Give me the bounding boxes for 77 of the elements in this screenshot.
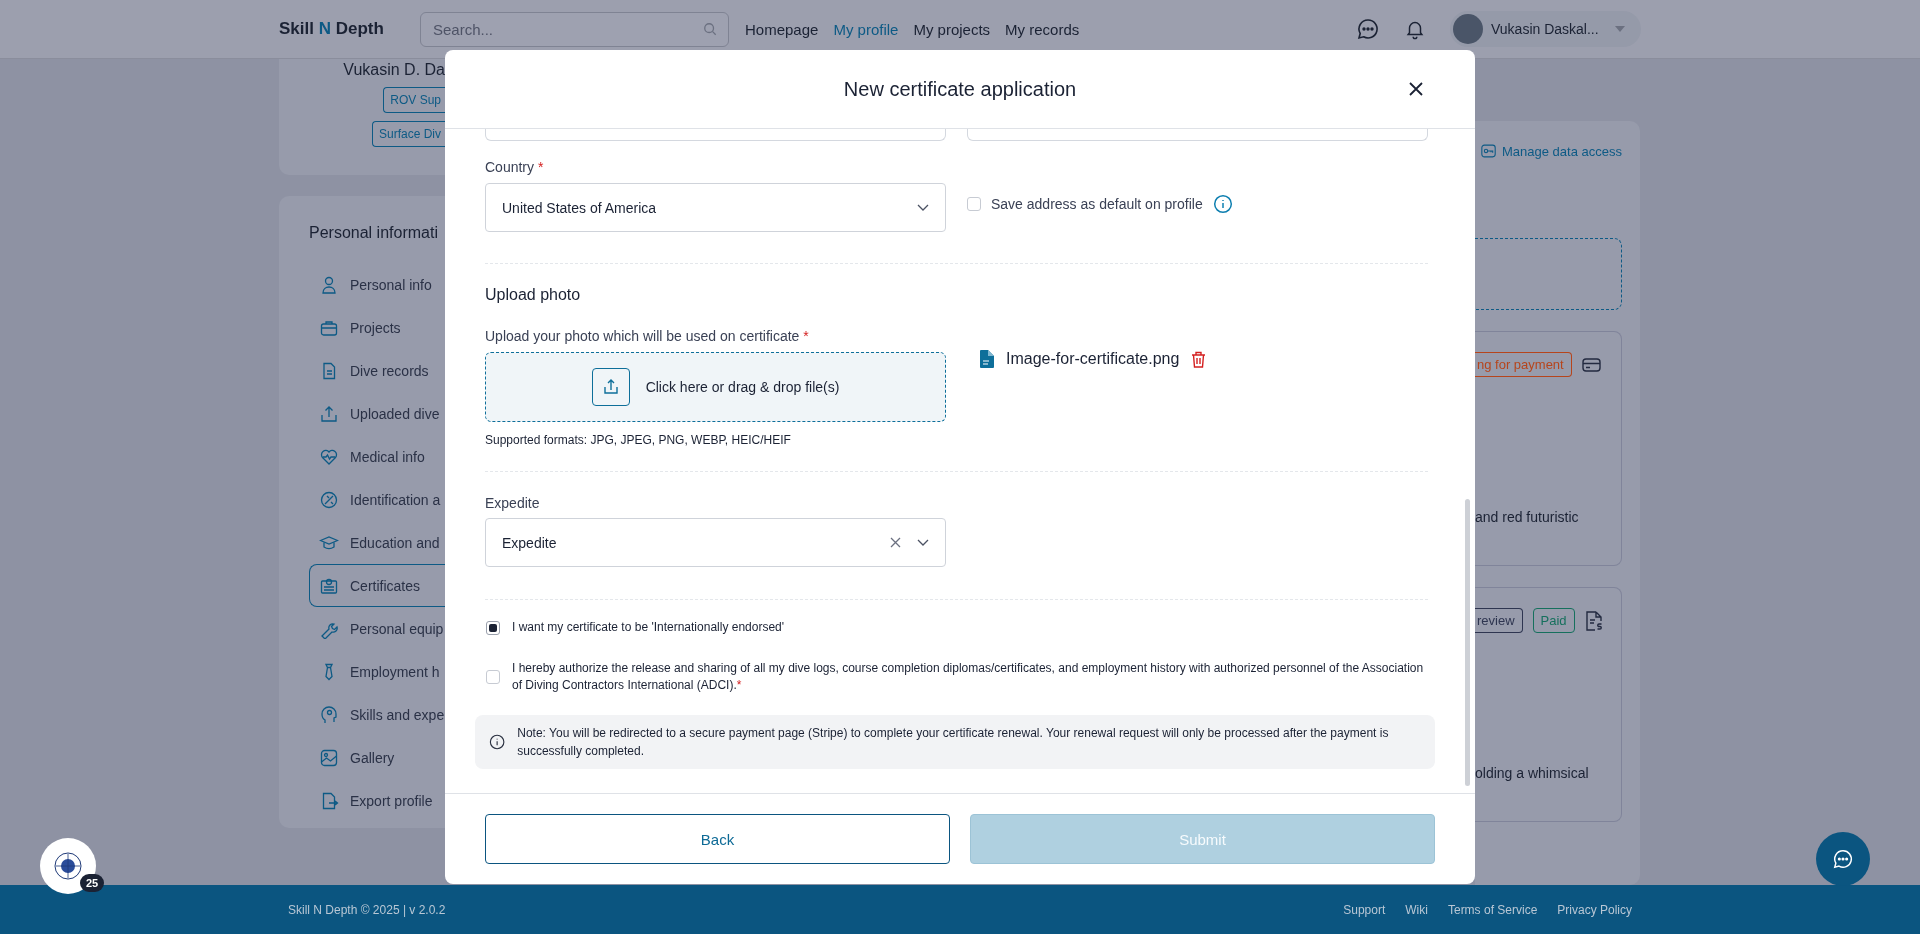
chat-icon[interactable]: [1356, 17, 1380, 41]
consent-text: I hereby authorize the release and sharing of all my dive logs, course completion diplomas/certificates, and employment history with authorized personnel of the Association of Diving Contractors International (ADCI).*: [512, 660, 1425, 694]
checkbox-label: Save address as default on profile: [991, 196, 1203, 212]
card-description: and red futuristic: [1475, 509, 1580, 525]
nav-link[interactable]: My profile: [833, 20, 899, 38]
file-dropzone[interactable]: Click here or drag & drop file(s): [485, 352, 946, 422]
chat-button[interactable]: [1816, 832, 1870, 886]
clear-icon[interactable]: [890, 537, 901, 548]
sidebar-item[interactable]: Personal equip: [309, 607, 445, 650]
chevron-down-icon: [917, 204, 929, 211]
dialog-title: New certificate application: [843, 77, 1077, 101]
section-heading: Upload photo: [485, 286, 582, 304]
manage-data-access-link[interactable]: Manage data access: [1481, 143, 1622, 159]
expedite-select[interactable]: Expedite: [485, 518, 946, 567]
logo[interactable]: Skill N Depth: [279, 19, 420, 39]
sidebar-item[interactable]: Personal info: [309, 263, 445, 306]
checkbox[interactable]: [486, 620, 500, 635]
nav-link[interactable]: My records: [1005, 20, 1080, 38]
document-icon[interactable]: [1584, 610, 1603, 631]
trash-icon[interactable]: [1191, 350, 1207, 368]
input-field[interactable]: [967, 129, 1428, 141]
consent-text: I want my certificate to be 'Internationally endorsed': [512, 619, 785, 636]
compass-logo-icon: [53, 851, 83, 881]
file-icon: [980, 350, 994, 368]
status-badge: Paid: [1532, 608, 1575, 633]
chevron-down-icon: [917, 539, 929, 546]
upload-icon: [591, 368, 630, 406]
sidebar-item[interactable]: Export profile: [309, 779, 445, 822]
sidebar-item[interactable]: Employment h: [309, 650, 445, 693]
close-icon[interactable]: [1408, 81, 1424, 97]
checkbox[interactable]: [486, 670, 500, 684]
nav-link[interactable]: My projects: [913, 20, 991, 38]
credit-card-icon[interactable]: [1581, 356, 1601, 373]
sidebar-item[interactable]: Certificates: [309, 564, 445, 607]
sidebar-title: Personal informati: [309, 224, 439, 242]
chat-icon: [1832, 848, 1854, 870]
nav-link[interactable]: Homepage: [745, 20, 819, 38]
field-label: Expedite: [485, 495, 541, 511]
input-field[interactable]: [485, 129, 946, 141]
copyright-text: Skill N Depth © 2025 | v 2.0.2: [288, 902, 446, 917]
country-select[interactable]: United States of America: [485, 183, 946, 232]
file-name: Image-for-certificate.png: [1006, 350, 1180, 368]
notification-count: 25: [80, 874, 105, 892]
sidebar-item[interactable]: Skills and expe: [309, 693, 445, 736]
menu-item-icon: [319, 274, 339, 295]
organization-logo[interactable]: [40, 838, 96, 894]
menu-item-icon: [319, 704, 339, 725]
note-text: Note: You will be redirected to a secure payment page (Stripe) to complete your certificate renewal. Your renewal request will only be processed after the payment is successfully completed.: [517, 725, 1390, 760]
footer-link[interactable]: Wiki: [1405, 902, 1428, 917]
sidebar-item[interactable]: Uploaded dive: [309, 392, 445, 435]
key-icon: [1481, 143, 1497, 159]
caret-icon: [1615, 26, 1625, 32]
sidebar-item[interactable]: Dive records: [309, 349, 445, 392]
user-menu[interactable]: Vukasin Daskal...: [1450, 11, 1641, 47]
menu-item-icon: [319, 747, 339, 768]
search-field[interactable]: Search...: [420, 11, 729, 47]
profile-name: Vukasin D. Da: [343, 61, 445, 79]
scrollbar[interactable]: [1465, 499, 1470, 786]
footer-link[interactable]: Privacy Policy: [1557, 902, 1632, 917]
search-icon: [703, 21, 717, 36]
sidebar-item[interactable]: Medical info: [309, 435, 445, 478]
info-icon[interactable]: [1212, 194, 1233, 214]
sidebar-item[interactable]: Education and: [309, 521, 445, 564]
sidebar-item[interactable]: Identification a: [309, 478, 445, 521]
footer-link[interactable]: Terms of Service: [1447, 902, 1538, 917]
menu-item-icon: [319, 489, 339, 510]
field-label: Country *: [485, 159, 545, 175]
avatar: [1453, 14, 1483, 44]
sidebar-item[interactable]: Gallery: [309, 736, 445, 779]
checkbox[interactable]: [967, 197, 981, 211]
sidebar-item[interactable]: Projects: [309, 306, 445, 349]
supported-formats-text: Supported formats: JPG, JPEG, PNG, WEBP, HEIC/HEIF: [485, 433, 792, 447]
footer-link[interactable]: Support: [1343, 902, 1386, 917]
info-icon: [489, 733, 506, 751]
back-button[interactable]: Back: [485, 814, 950, 864]
card-description: olding a whimsical: [1475, 765, 1590, 781]
field-label: Upload your photo which will be used on certificate *: [485, 328, 810, 344]
